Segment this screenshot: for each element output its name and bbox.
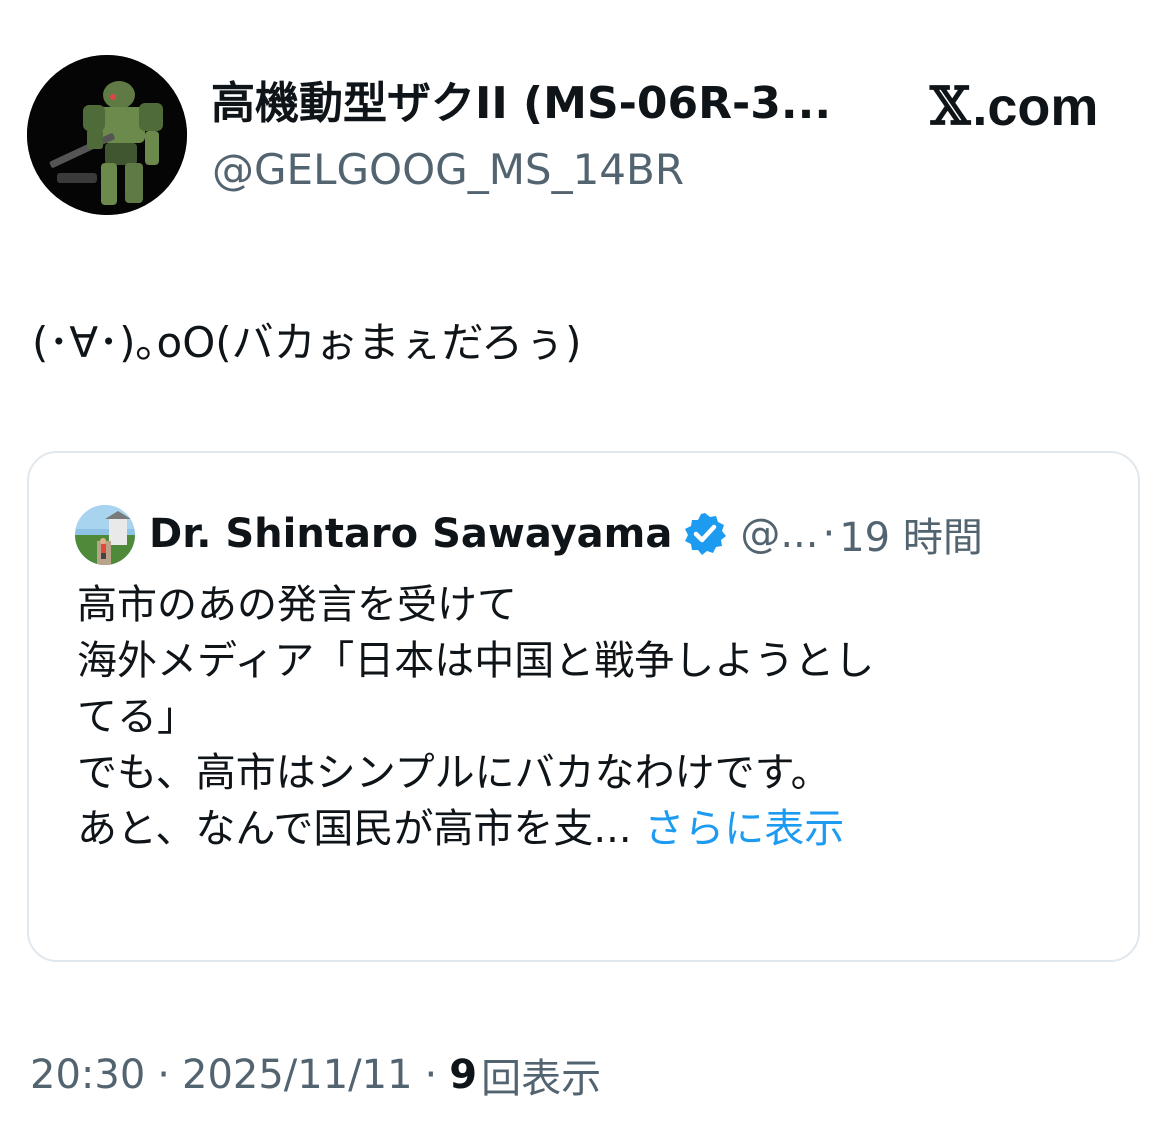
quote-author-name[interactable]: Dr. Shintaro Sawayama xyxy=(149,511,672,557)
x-brand-logo: 𝕏 .com xyxy=(930,76,1098,138)
quote-line: 海外メディア「日本は中国と戦争しようとし xyxy=(77,638,875,684)
quote-line-last: あと、なんで国民が高市を支... さらに表示 xyxy=(77,801,1117,857)
quote-author-handle[interactable]: @... xyxy=(740,511,818,557)
author-display-name[interactable]: 高機動型ザクII (MS-06R-3... xyxy=(211,74,911,134)
verified-badge-icon xyxy=(682,511,728,557)
quote-author-avatar[interactable] xyxy=(75,505,135,565)
quote-header: Dr. Shintaro Sawayama @... · 19 時間 xyxy=(149,503,983,565)
author-avatar[interactable] xyxy=(27,55,187,215)
quote-line: てる」 xyxy=(77,694,197,740)
quote-line: でも、高市はシンプルにバカなわけです。 xyxy=(77,750,831,796)
tweet-date[interactable]: 2025/11/11 xyxy=(182,1052,413,1098)
tweet-time[interactable]: 20:30 xyxy=(30,1052,145,1098)
quote-line-last-text: あと、なんで国民が高市を支... xyxy=(77,806,632,852)
brand-domain: .com xyxy=(972,77,1099,137)
views-count: 9 xyxy=(449,1052,478,1098)
quote-timestamp[interactable]: 19 時間 xyxy=(839,505,983,563)
views-label: 回表示 xyxy=(481,1056,602,1102)
mobile-suit-avatar-icon xyxy=(27,55,187,215)
show-more-link[interactable]: さらに表示 xyxy=(644,806,844,852)
meta-separator: · xyxy=(424,1052,438,1098)
quote-separator: · xyxy=(822,511,836,557)
author-handle[interactable]: @GELGOOG_MS_14BR xyxy=(212,142,684,198)
tweet-text: (･∀･)｡oO(バカぉまぇだろぅ) xyxy=(32,318,582,367)
quote-tweet-card[interactable]: Dr. Shintaro Sawayama @... · 19 時間 高市のあの… xyxy=(27,451,1140,962)
quote-body: 高市のあの発言を受けて 海外メディア「日本は中国と戦争しようとし てる」 でも、… xyxy=(77,577,1117,857)
x-logo-icon: 𝕏 xyxy=(930,76,971,137)
meta-separator: · xyxy=(157,1052,170,1098)
quote-line: 高市のあの発言を受けて xyxy=(77,582,517,628)
person-on-stairs-avatar-icon xyxy=(75,505,135,565)
tweet-meta: 20:30 · 2025/11/11 · 9 回表示 xyxy=(30,1044,601,1106)
